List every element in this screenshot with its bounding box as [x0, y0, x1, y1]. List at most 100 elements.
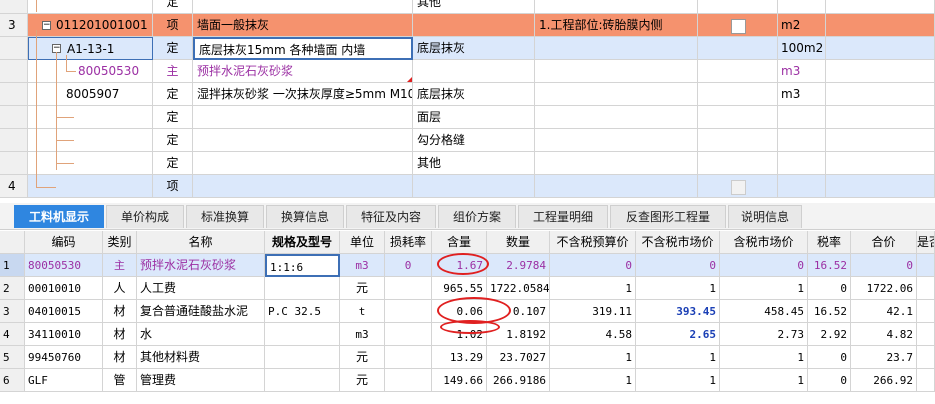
table-row[interactable]: 5 99450760 材 其他材料费 元 13.29 23.7027 1 1 1…: [0, 346, 935, 369]
cell-name[interactable]: 水: [137, 323, 265, 346]
cell-category[interactable]: 材: [103, 323, 137, 346]
tree-row[interactable]: 定 勾分格缝: [0, 129, 935, 152]
tree-row-quota-a1-13-1[interactable]: A1-13-1 定 底层抹灰15mm 各种墙面 内墙 底层抹灰 100m2: [0, 37, 935, 60]
cell-total[interactable]: 42.1: [851, 300, 917, 323]
header-name[interactable]: 名称: [137, 231, 265, 254]
tree-row[interactable]: 定 其他: [0, 0, 935, 14]
cell-content[interactable]: 149.66: [432, 369, 487, 392]
cell-code[interactable]: 80050530: [25, 254, 103, 277]
cell-budget-price[interactable]: 1: [550, 277, 636, 300]
cell-market-price[interactable]: 1: [636, 369, 720, 392]
cell-code[interactable]: 00010010: [25, 277, 103, 300]
cell-spec[interactable]: P.C 32.5: [265, 300, 340, 323]
cell-name[interactable]: 人工费: [137, 277, 265, 300]
tab-pricing-scheme[interactable]: 组价方案: [438, 205, 516, 228]
cell-tax-market-price[interactable]: 1: [720, 369, 808, 392]
cell-tax-market-price[interactable]: 1: [720, 277, 808, 300]
tree-row[interactable]: 定 面层: [0, 106, 935, 129]
cell-total[interactable]: 1722.06: [851, 277, 917, 300]
tree-row-item-4[interactable]: 4 项: [0, 175, 935, 198]
cell-total[interactable]: 23.7: [851, 346, 917, 369]
header-quantity[interactable]: 数量: [487, 231, 550, 254]
tab-reverse-graphic-quantity[interactable]: 反查图形工程量: [610, 205, 726, 228]
cell-tax-rate[interactable]: 0: [808, 277, 851, 300]
cell-unit[interactable]: 元: [340, 277, 385, 300]
tab-features-content[interactable]: 特征及内容: [346, 205, 436, 228]
header-more[interactable]: 是否: [917, 231, 935, 254]
cell-tax-market-price[interactable]: 0: [720, 254, 808, 277]
header-tax-rate[interactable]: 税率: [808, 231, 851, 254]
tab-unit-price-composition[interactable]: 单价构成: [106, 205, 184, 228]
cell-unit[interactable]: m3: [340, 254, 385, 277]
tab-quantity-detail[interactable]: 工程量明细: [518, 205, 608, 228]
cell-quantity[interactable]: 23.7027: [487, 346, 550, 369]
header-loss-rate[interactable]: 损耗率: [385, 231, 432, 254]
header-category[interactable]: 类别: [103, 231, 137, 254]
cell-name[interactable]: 预拌水泥石灰砂浆: [137, 254, 265, 277]
cell-loss-rate[interactable]: [385, 323, 432, 346]
cell-total[interactable]: 4.82: [851, 323, 917, 346]
cell-total[interactable]: 266.92: [851, 369, 917, 392]
cell-unit[interactable]: 元: [340, 369, 385, 392]
cell-category[interactable]: 材: [103, 346, 137, 369]
header-unit[interactable]: 单位: [340, 231, 385, 254]
tree-row[interactable]: 定 其他: [0, 152, 935, 175]
cell-spec[interactable]: [265, 369, 340, 392]
cell-unit[interactable]: t: [340, 300, 385, 323]
cell-budget-price[interactable]: 1: [550, 369, 636, 392]
cell-tax-market-price[interactable]: 2.73: [720, 323, 808, 346]
cell-budget-price[interactable]: 4.58: [550, 323, 636, 346]
cell-quantity[interactable]: 266.9186: [487, 369, 550, 392]
cell-loss-rate[interactable]: [385, 346, 432, 369]
tree-row-quota-8005907[interactable]: 8005907 定 湿拌抹灰砂浆 一次抹灰厚度≥5mm M10 底层抹灰 m3: [0, 83, 935, 106]
cell-quantity[interactable]: 2.9784: [487, 254, 550, 277]
tab-description-info[interactable]: 说明信息: [728, 205, 802, 228]
header-budget-price[interactable]: 不含税预算价: [550, 231, 636, 254]
cell-market-price[interactable]: 1: [636, 346, 720, 369]
cell-market-price[interactable]: 1: [636, 277, 720, 300]
header-content[interactable]: 含量: [432, 231, 487, 254]
cell-unit[interactable]: 元: [340, 346, 385, 369]
cell-budget-price[interactable]: 0: [550, 254, 636, 277]
header-spec[interactable]: 规格及型号: [265, 231, 340, 254]
cell-budget-price[interactable]: 319.11: [550, 300, 636, 323]
cell-tax-market-price[interactable]: 458.45: [720, 300, 808, 323]
header-tax-market-price[interactable]: 含税市场价: [720, 231, 808, 254]
cell-category[interactable]: 人: [103, 277, 137, 300]
cell-category[interactable]: 材: [103, 300, 137, 323]
tree-row-main-material[interactable]: 80050530 主 预拌水泥石灰砂浆 m3: [0, 60, 935, 83]
row-name[interactable]: 底层抹灰15mm 各种墙面 内墙: [193, 37, 413, 60]
cell-total[interactable]: 0: [851, 254, 917, 277]
cell-category[interactable]: 主: [103, 254, 137, 277]
table-row[interactable]: 6 GLF 管 管理费 元 149.66 266.9186 1 1 1 0 26…: [0, 369, 935, 392]
cell-name[interactable]: 复合普通硅酸盐水泥: [137, 300, 265, 323]
cell-budget-price[interactable]: 1: [550, 346, 636, 369]
cell-market-price[interactable]: 2.65: [636, 323, 720, 346]
cell-loss-rate[interactable]: 0: [385, 254, 432, 277]
cell-tax-rate[interactable]: 0: [808, 369, 851, 392]
checkbox[interactable]: [731, 19, 746, 34]
cell-loss-rate[interactable]: [385, 277, 432, 300]
cell-spec[interactable]: [265, 323, 340, 346]
cell-code[interactable]: 99450760: [25, 346, 103, 369]
cell-quantity[interactable]: 1722.0584: [487, 277, 550, 300]
cell-code[interactable]: 34110010: [25, 323, 103, 346]
cell-tax-rate[interactable]: 16.52: [808, 254, 851, 277]
row-check-cell[interactable]: [698, 14, 778, 37]
header-total[interactable]: 合价: [851, 231, 917, 254]
cell-category[interactable]: 管: [103, 369, 137, 392]
cell-tax-rate[interactable]: 2.92: [808, 323, 851, 346]
tab-conversion-info[interactable]: 换算信息: [266, 205, 344, 228]
cell-market-price[interactable]: 393.45: [636, 300, 720, 323]
cell-unit[interactable]: m3: [340, 323, 385, 346]
cell-spec[interactable]: 1:1:6: [265, 254, 340, 277]
row-check-cell[interactable]: [698, 175, 778, 198]
cell-tax-rate[interactable]: 16.52: [808, 300, 851, 323]
collapse-icon[interactable]: −: [42, 21, 51, 30]
cell-content[interactable]: 13.29: [432, 346, 487, 369]
cell-tax-rate[interactable]: 0: [808, 346, 851, 369]
cell-spec[interactable]: [265, 277, 340, 300]
cell-name[interactable]: 其他材料费: [137, 346, 265, 369]
tab-standard-conversion[interactable]: 标准换算: [186, 205, 264, 228]
cell-name[interactable]: 管理费: [137, 369, 265, 392]
